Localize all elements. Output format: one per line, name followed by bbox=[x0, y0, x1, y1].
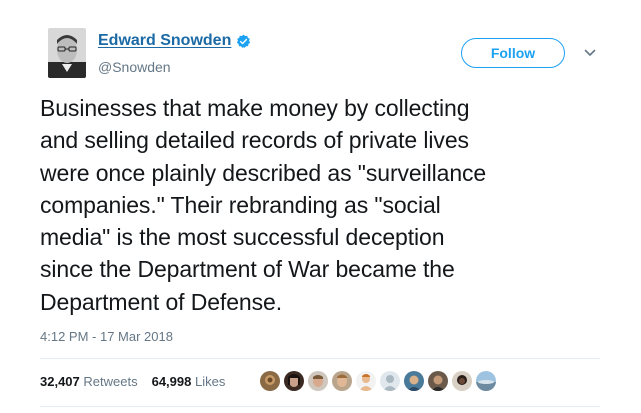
tweet-card: Edward Snowden @Snowden Follow Businesse… bbox=[0, 0, 641, 413]
liker-avatar[interactable] bbox=[260, 371, 280, 391]
tweet-line: companies." Their rebranding as "social bbox=[40, 191, 441, 218]
likes-stat[interactable]: 64,998 Likes bbox=[152, 374, 226, 389]
retweets-count: 32,407 bbox=[40, 374, 80, 389]
retweets-label: Retweets bbox=[83, 374, 138, 389]
retweets-stat[interactable]: 32,407 Retweets bbox=[40, 374, 138, 389]
tweet-line: Department of Defense. bbox=[40, 288, 282, 315]
liker-avatar[interactable] bbox=[404, 371, 424, 391]
liker-avatars bbox=[260, 371, 496, 391]
liker-avatar[interactable] bbox=[284, 371, 304, 391]
tweet-text: Businesses that make money by collecting… bbox=[40, 92, 610, 318]
liker-avatar[interactable] bbox=[428, 371, 448, 391]
tweet-line: and selling detailed records of private … bbox=[40, 127, 469, 154]
divider bbox=[40, 406, 600, 407]
liker-avatar[interactable] bbox=[308, 371, 328, 391]
tweet-line: were once plainly described as "surveill… bbox=[40, 159, 487, 186]
liker-avatar[interactable] bbox=[452, 371, 472, 391]
follow-button[interactable]: Follow bbox=[461, 38, 565, 68]
tweet-header: Edward Snowden @Snowden Follow bbox=[40, 28, 610, 80]
divider bbox=[40, 358, 600, 359]
tweet-stats: 32,407 Retweets 64,998 Likes bbox=[40, 374, 225, 389]
author-avatar[interactable] bbox=[48, 28, 86, 78]
likes-count: 64,998 bbox=[151, 374, 192, 389]
author-handle[interactable]: @Snowden bbox=[98, 59, 171, 75]
tweet-line: media" is the most successful deception bbox=[40, 224, 445, 251]
liker-avatar[interactable] bbox=[356, 371, 376, 391]
liker-avatar[interactable] bbox=[476, 371, 496, 391]
liker-avatar[interactable] bbox=[332, 371, 352, 391]
author-name-line: Edward Snowden bbox=[98, 32, 251, 50]
likes-label: Likes bbox=[194, 374, 226, 389]
tweet-line: Businesses that make money by collecting bbox=[40, 95, 470, 121]
tweet-timestamp[interactable]: 4:12 PM - 17 Mar 2018 bbox=[40, 329, 173, 344]
chevron-down-icon[interactable] bbox=[583, 46, 597, 60]
liker-avatar[interactable] bbox=[380, 371, 400, 391]
author-name[interactable]: Edward Snowden bbox=[98, 32, 231, 50]
verified-badge-icon bbox=[236, 34, 251, 49]
tweet-line: since the Department of War became the bbox=[40, 256, 455, 283]
